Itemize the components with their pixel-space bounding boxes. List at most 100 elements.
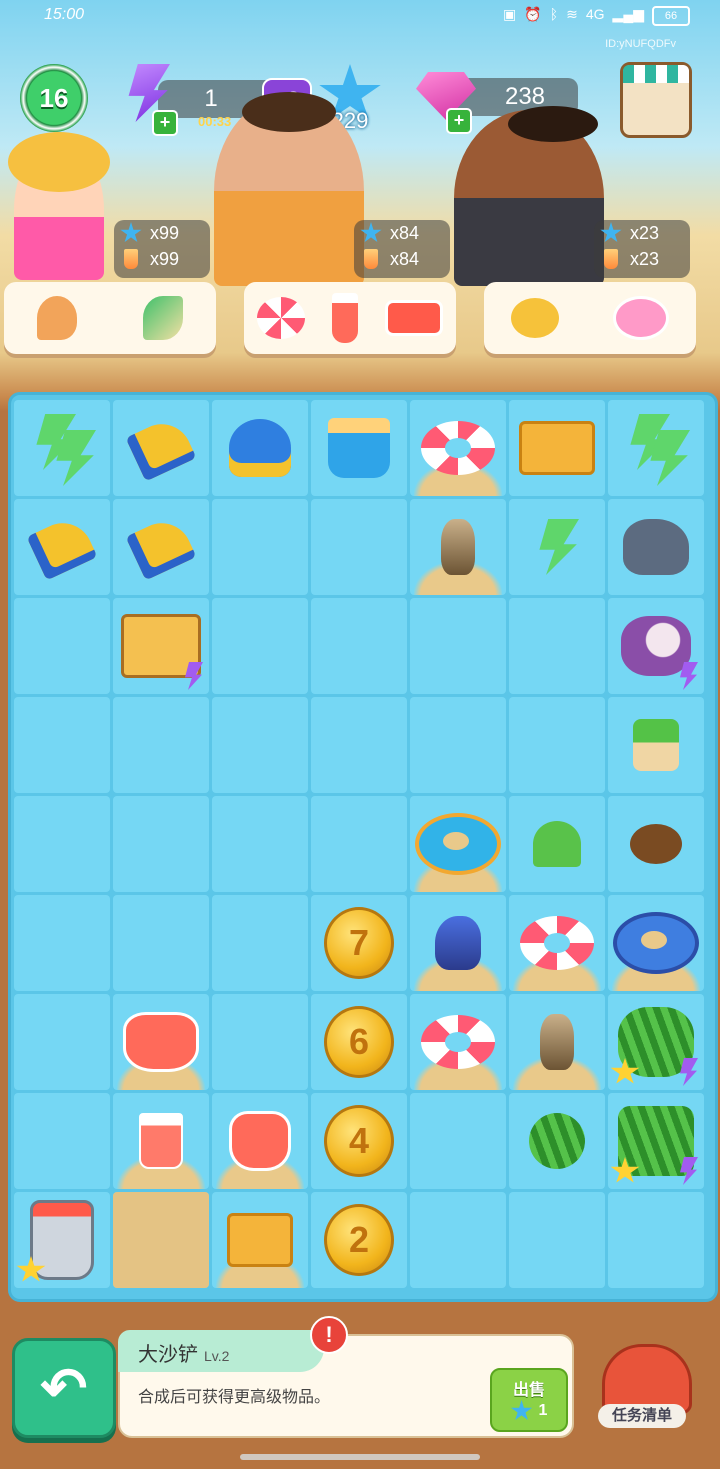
seagull-icon <box>441 519 475 575</box>
board-cell[interactable] <box>410 598 506 694</box>
board-cell[interactable] <box>113 1093 209 1189</box>
status-icons: ▣ ⏰ ᛒ ≋ 4G ▂▄▆ 66 <box>503 6 690 26</box>
swim-ring-icon <box>257 297 306 339</box>
board-cell[interactable] <box>113 400 209 496</box>
woman-customer[interactable] <box>8 132 110 280</box>
status-time: 15:00 <box>44 6 85 23</box>
board-cell[interactable] <box>608 1192 704 1288</box>
board-cell[interactable] <box>212 994 308 1090</box>
board-cell[interactable] <box>212 400 308 496</box>
battery-icon: 66 <box>652 6 690 26</box>
board-cell[interactable] <box>509 994 605 1090</box>
board-cell[interactable] <box>608 400 704 496</box>
board-cell[interactable]: 2 <box>311 1192 407 1288</box>
surfboard-basket-icon <box>227 1213 293 1267</box>
sell-button[interactable]: 出售 1 <box>490 1368 568 1432</box>
board-cell[interactable] <box>509 598 605 694</box>
energy-timer: 00:33 <box>198 114 232 129</box>
board-cell[interactable]: 4 <box>311 1093 407 1189</box>
item-level: Lv.2 <box>204 1348 230 1364</box>
board-cell[interactable] <box>410 1192 506 1288</box>
board-cell[interactable]: 6 <box>311 994 407 1090</box>
board-cell[interactable] <box>410 400 506 496</box>
board-cell[interactable] <box>14 796 110 892</box>
juice-glass-icon <box>331 293 358 343</box>
juice-glass-icon <box>139 1113 183 1169</box>
board-cell[interactable] <box>509 697 605 793</box>
board-cell[interactable] <box>608 796 704 892</box>
board-cell[interactable] <box>410 1093 506 1189</box>
blue-bird-icon <box>435 916 481 970</box>
board-cell[interactable] <box>113 994 209 1090</box>
board-cell[interactable] <box>14 598 110 694</box>
board-cell[interactable] <box>410 697 506 793</box>
board-cell[interactable] <box>509 796 605 892</box>
board-cell[interactable] <box>509 499 605 595</box>
level-badge[interactable]: 16 <box>20 64 88 132</box>
board-cell[interactable] <box>212 598 308 694</box>
board-cell[interactable] <box>608 895 704 991</box>
board-cell[interactable] <box>212 1192 308 1288</box>
shop-button[interactable] <box>620 62 692 138</box>
board-cell[interactable] <box>113 796 209 892</box>
coin-4-icon: 4 <box>324 1105 394 1177</box>
status-bar: 15:00 ▣ ⏰ ᛒ ≋ 4G ▂▄▆ 66 <box>0 0 720 32</box>
star-icon <box>600 222 622 243</box>
add-gems-button[interactable]: + <box>446 108 472 134</box>
board-cell[interactable] <box>410 895 506 991</box>
board-cell[interactable] <box>410 796 506 892</box>
home-indicator[interactable] <box>240 1454 480 1460</box>
task-list-button[interactable]: 任务清单 <box>596 1340 692 1436</box>
chef-customer[interactable] <box>214 92 364 286</box>
board-cell[interactable] <box>311 499 407 595</box>
add-energy-button[interactable]: + <box>152 110 178 136</box>
board-cell[interactable] <box>608 598 704 694</box>
businessman-customer[interactable] <box>454 106 604 286</box>
board-cell[interactable] <box>113 598 209 694</box>
board-cell[interactable] <box>212 895 308 991</box>
drink-count: x99 <box>150 248 180 269</box>
board-cell[interactable] <box>509 895 605 991</box>
board-cell[interactable] <box>212 796 308 892</box>
board-cell[interactable] <box>113 697 209 793</box>
order-card-chef[interactable] <box>244 282 456 354</box>
board-cell[interactable] <box>14 1093 110 1189</box>
board-cell[interactable] <box>14 697 110 793</box>
board-cell[interactable] <box>410 499 506 595</box>
board-cell[interactable]: 7 <box>311 895 407 991</box>
bluetooth-icon: ᛒ <box>549 6 559 22</box>
donut-float-icon <box>613 296 669 340</box>
back-button[interactable]: ↶ <box>12 1338 116 1438</box>
board-cell[interactable] <box>410 994 506 1090</box>
board-cell[interactable] <box>113 1192 209 1288</box>
coin-2-icon: 2 <box>324 1204 394 1276</box>
dark-hair-icon <box>508 106 598 142</box>
board-cell[interactable] <box>608 499 704 595</box>
order-card-woman[interactable] <box>4 282 216 354</box>
board-cell[interactable] <box>509 1093 605 1189</box>
board-cell[interactable] <box>311 598 407 694</box>
board-cell[interactable] <box>14 400 110 496</box>
board-cell[interactable] <box>212 1093 308 1189</box>
board-cell[interactable] <box>14 499 110 595</box>
board-cell[interactable] <box>608 697 704 793</box>
star-count: x99 <box>150 222 180 243</box>
board-cell[interactable] <box>14 994 110 1090</box>
board-cell[interactable] <box>14 1192 110 1288</box>
board-cell[interactable] <box>509 1192 605 1288</box>
board-cell[interactable] <box>608 994 704 1090</box>
info-alert-icon[interactable]: ! <box>310 1316 348 1354</box>
board-cell[interactable] <box>608 1093 704 1189</box>
board-cell[interactable] <box>212 499 308 595</box>
board-cell[interactable] <box>14 895 110 991</box>
watermelon-juice-icon <box>123 1012 199 1072</box>
board-cell[interactable] <box>311 796 407 892</box>
player-id: ID:yNUFQDFv <box>605 38 676 50</box>
board-cell[interactable] <box>113 895 209 991</box>
board-cell[interactable] <box>509 400 605 496</box>
board-cell[interactable] <box>113 499 209 595</box>
board-cell[interactable] <box>212 697 308 793</box>
order-card-businessman[interactable] <box>484 282 696 354</box>
board-cell[interactable] <box>311 697 407 793</box>
board-cell[interactable] <box>311 400 407 496</box>
